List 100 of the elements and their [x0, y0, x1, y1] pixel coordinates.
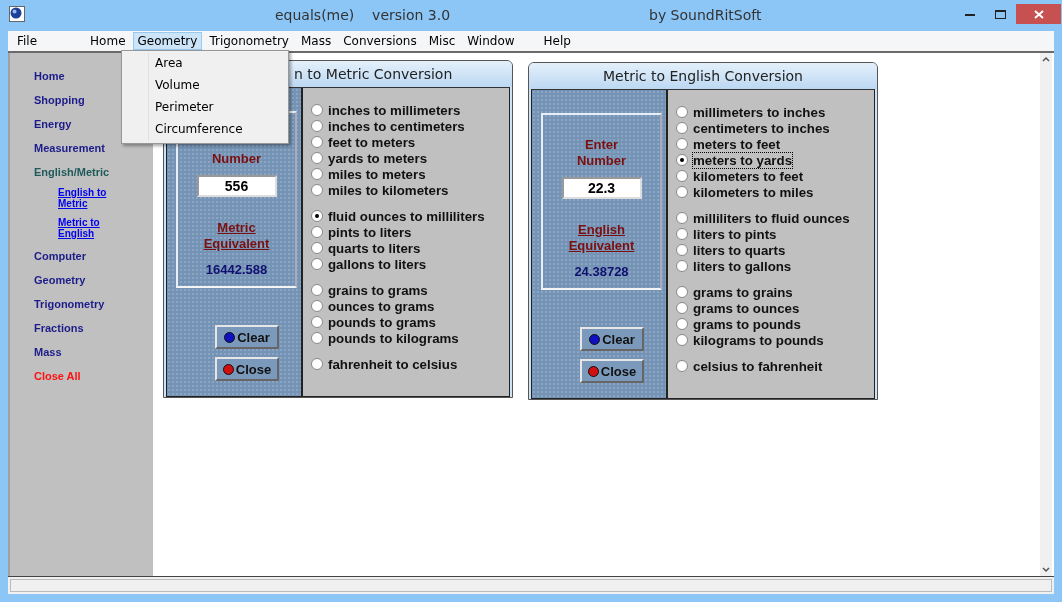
option-label[interactable]: kilograms to pounds	[693, 332, 824, 348]
option-label[interactable]: millimeters to inches	[693, 104, 826, 120]
option-label[interactable]: meters to yards	[693, 152, 793, 168]
app-icon	[9, 6, 25, 22]
field-label: Enter	[584, 137, 619, 153]
option-label[interactable]: gallons to liters	[328, 256, 427, 272]
field-label: Number	[211, 151, 262, 167]
radio-button[interactable]	[676, 318, 688, 330]
menu-item[interactable]: Misc	[423, 32, 461, 50]
option-label[interactable]: grams to grains	[693, 284, 793, 300]
nav-link[interactable]: Mass	[34, 345, 153, 359]
menu-item[interactable]: File	[12, 32, 43, 50]
option-label[interactable]: grams to pounds	[693, 316, 801, 332]
option-label[interactable]: feet to meters	[328, 134, 416, 150]
radio-button[interactable]	[676, 360, 688, 372]
option-label[interactable]: liters to pints	[693, 226, 777, 242]
menu-item[interactable]: Geometry	[132, 32, 203, 50]
option-label[interactable]: inches to millimeters	[328, 102, 461, 118]
nav-link[interactable]: Measurement	[34, 141, 153, 155]
radio-button[interactable]	[676, 154, 688, 166]
radio-button[interactable]	[311, 300, 323, 312]
nav-link[interactable]: Computer	[34, 249, 153, 263]
action-button[interactable]: Clear	[215, 325, 279, 349]
action-button[interactable]: Close	[580, 359, 644, 383]
option-label[interactable]: meters to feet	[693, 136, 781, 152]
menu-item[interactable]: Help	[538, 32, 576, 50]
result-label: English Equivalent	[567, 222, 636, 254]
radio-button[interactable]	[676, 260, 688, 272]
radio-button[interactable]	[676, 302, 688, 314]
option-label[interactable]: celsius to fahrenheit	[693, 358, 823, 374]
radio-button[interactable]	[676, 334, 688, 346]
maximize-icon	[994, 9, 1006, 19]
radio-button[interactable]	[311, 136, 323, 148]
option-label[interactable]: kilometers to feet	[693, 168, 804, 184]
result-value: 24.38728	[574, 264, 629, 279]
radio-button[interactable]	[676, 138, 688, 150]
nav-link[interactable]: English to Metric	[58, 187, 118, 209]
radio-button[interactable]	[676, 106, 688, 118]
option-label[interactable]: fluid ounces to milliliters	[328, 208, 485, 224]
radio-button[interactable]	[311, 358, 323, 370]
option-label[interactable]: milliliters to fluid ounces	[693, 210, 850, 226]
radio-button[interactable]	[676, 122, 688, 134]
option-label[interactable]: kilometers to miles	[693, 184, 814, 200]
option-label[interactable]: inches to centimeters	[328, 118, 465, 134]
option-label[interactable]: grains to grams	[328, 282, 428, 298]
nav-link[interactable]: Trigonometry	[34, 297, 153, 311]
menu-item[interactable]: Trigonometry	[204, 32, 294, 50]
menu-item[interactable]: Conversions	[338, 32, 422, 50]
option-label[interactable]: pints to liters	[328, 224, 412, 240]
action-button[interactable]: Close	[215, 357, 279, 381]
window-subtitle: by SoundRitSoft	[649, 7, 762, 23]
option-label[interactable]: miles to kilometers	[328, 182, 449, 198]
menu-item[interactable]: Window	[462, 32, 520, 50]
radio-button[interactable]	[676, 244, 688, 256]
minimize-icon	[965, 12, 975, 16]
radio-button[interactable]	[311, 104, 323, 116]
menu-item[interactable]: Mass	[295, 32, 337, 50]
radio-button[interactable]	[311, 226, 323, 238]
option-label[interactable]: liters to quarts	[693, 242, 786, 258]
option-label[interactable]: centimeters to inches	[693, 120, 830, 136]
radio-button[interactable]	[311, 210, 323, 222]
radio-button[interactable]	[676, 286, 688, 298]
nav-link[interactable]: English/Metric	[34, 165, 153, 179]
close-icon	[1033, 9, 1044, 19]
radio-button[interactable]	[311, 258, 323, 270]
field-label: Number	[576, 153, 627, 169]
option-label[interactable]: miles to meters	[328, 166, 426, 182]
option-label[interactable]: fahrenheit to celsius	[328, 356, 458, 372]
radio-button[interactable]	[311, 168, 323, 180]
radio-button[interactable]	[676, 228, 688, 240]
number-field[interactable]: 22.3	[561, 177, 642, 199]
menu-item[interactable]: Home	[85, 32, 131, 50]
nav-link[interactable]: Fractions	[34, 321, 153, 335]
close-button[interactable]	[1016, 4, 1061, 24]
radio-button[interactable]	[676, 212, 688, 224]
option-label[interactable]: grams to ounces	[693, 300, 800, 316]
action-button[interactable]: Clear	[580, 327, 644, 351]
option-label[interactable]: yards to meters	[328, 150, 428, 166]
window-title: equals(me) version 3.0	[275, 7, 451, 23]
radio-button[interactable]	[311, 284, 323, 296]
radio-button[interactable]	[676, 186, 688, 198]
window-title: Metric to English Conversion	[529, 63, 877, 89]
number-field[interactable]: 556	[196, 175, 277, 197]
nav-link[interactable]: Metric to English	[58, 217, 118, 239]
dropdown-item[interactable]: Perimeter	[122, 97, 288, 119]
option-label[interactable]: liters to gallons	[693, 258, 792, 274]
radio-button[interactable]	[311, 152, 323, 164]
option-label[interactable]: pounds to grams	[328, 314, 436, 330]
radio-button[interactable]	[311, 332, 323, 344]
result-value: 16442.588	[205, 262, 268, 277]
option-label[interactable]: quarts to liters	[328, 240, 421, 256]
radio-button[interactable]	[311, 316, 323, 328]
radio-button[interactable]	[311, 242, 323, 254]
option-label[interactable]: ounces to grams	[328, 298, 435, 314]
nav-link[interactable]: Geometry	[34, 273, 153, 287]
radio-button[interactable]	[311, 184, 323, 196]
radio-button[interactable]	[676, 170, 688, 182]
radio-button[interactable]	[311, 120, 323, 132]
dropdown-item[interactable]: Circumference	[122, 119, 288, 141]
option-label[interactable]: pounds to kilograms	[328, 330, 459, 346]
